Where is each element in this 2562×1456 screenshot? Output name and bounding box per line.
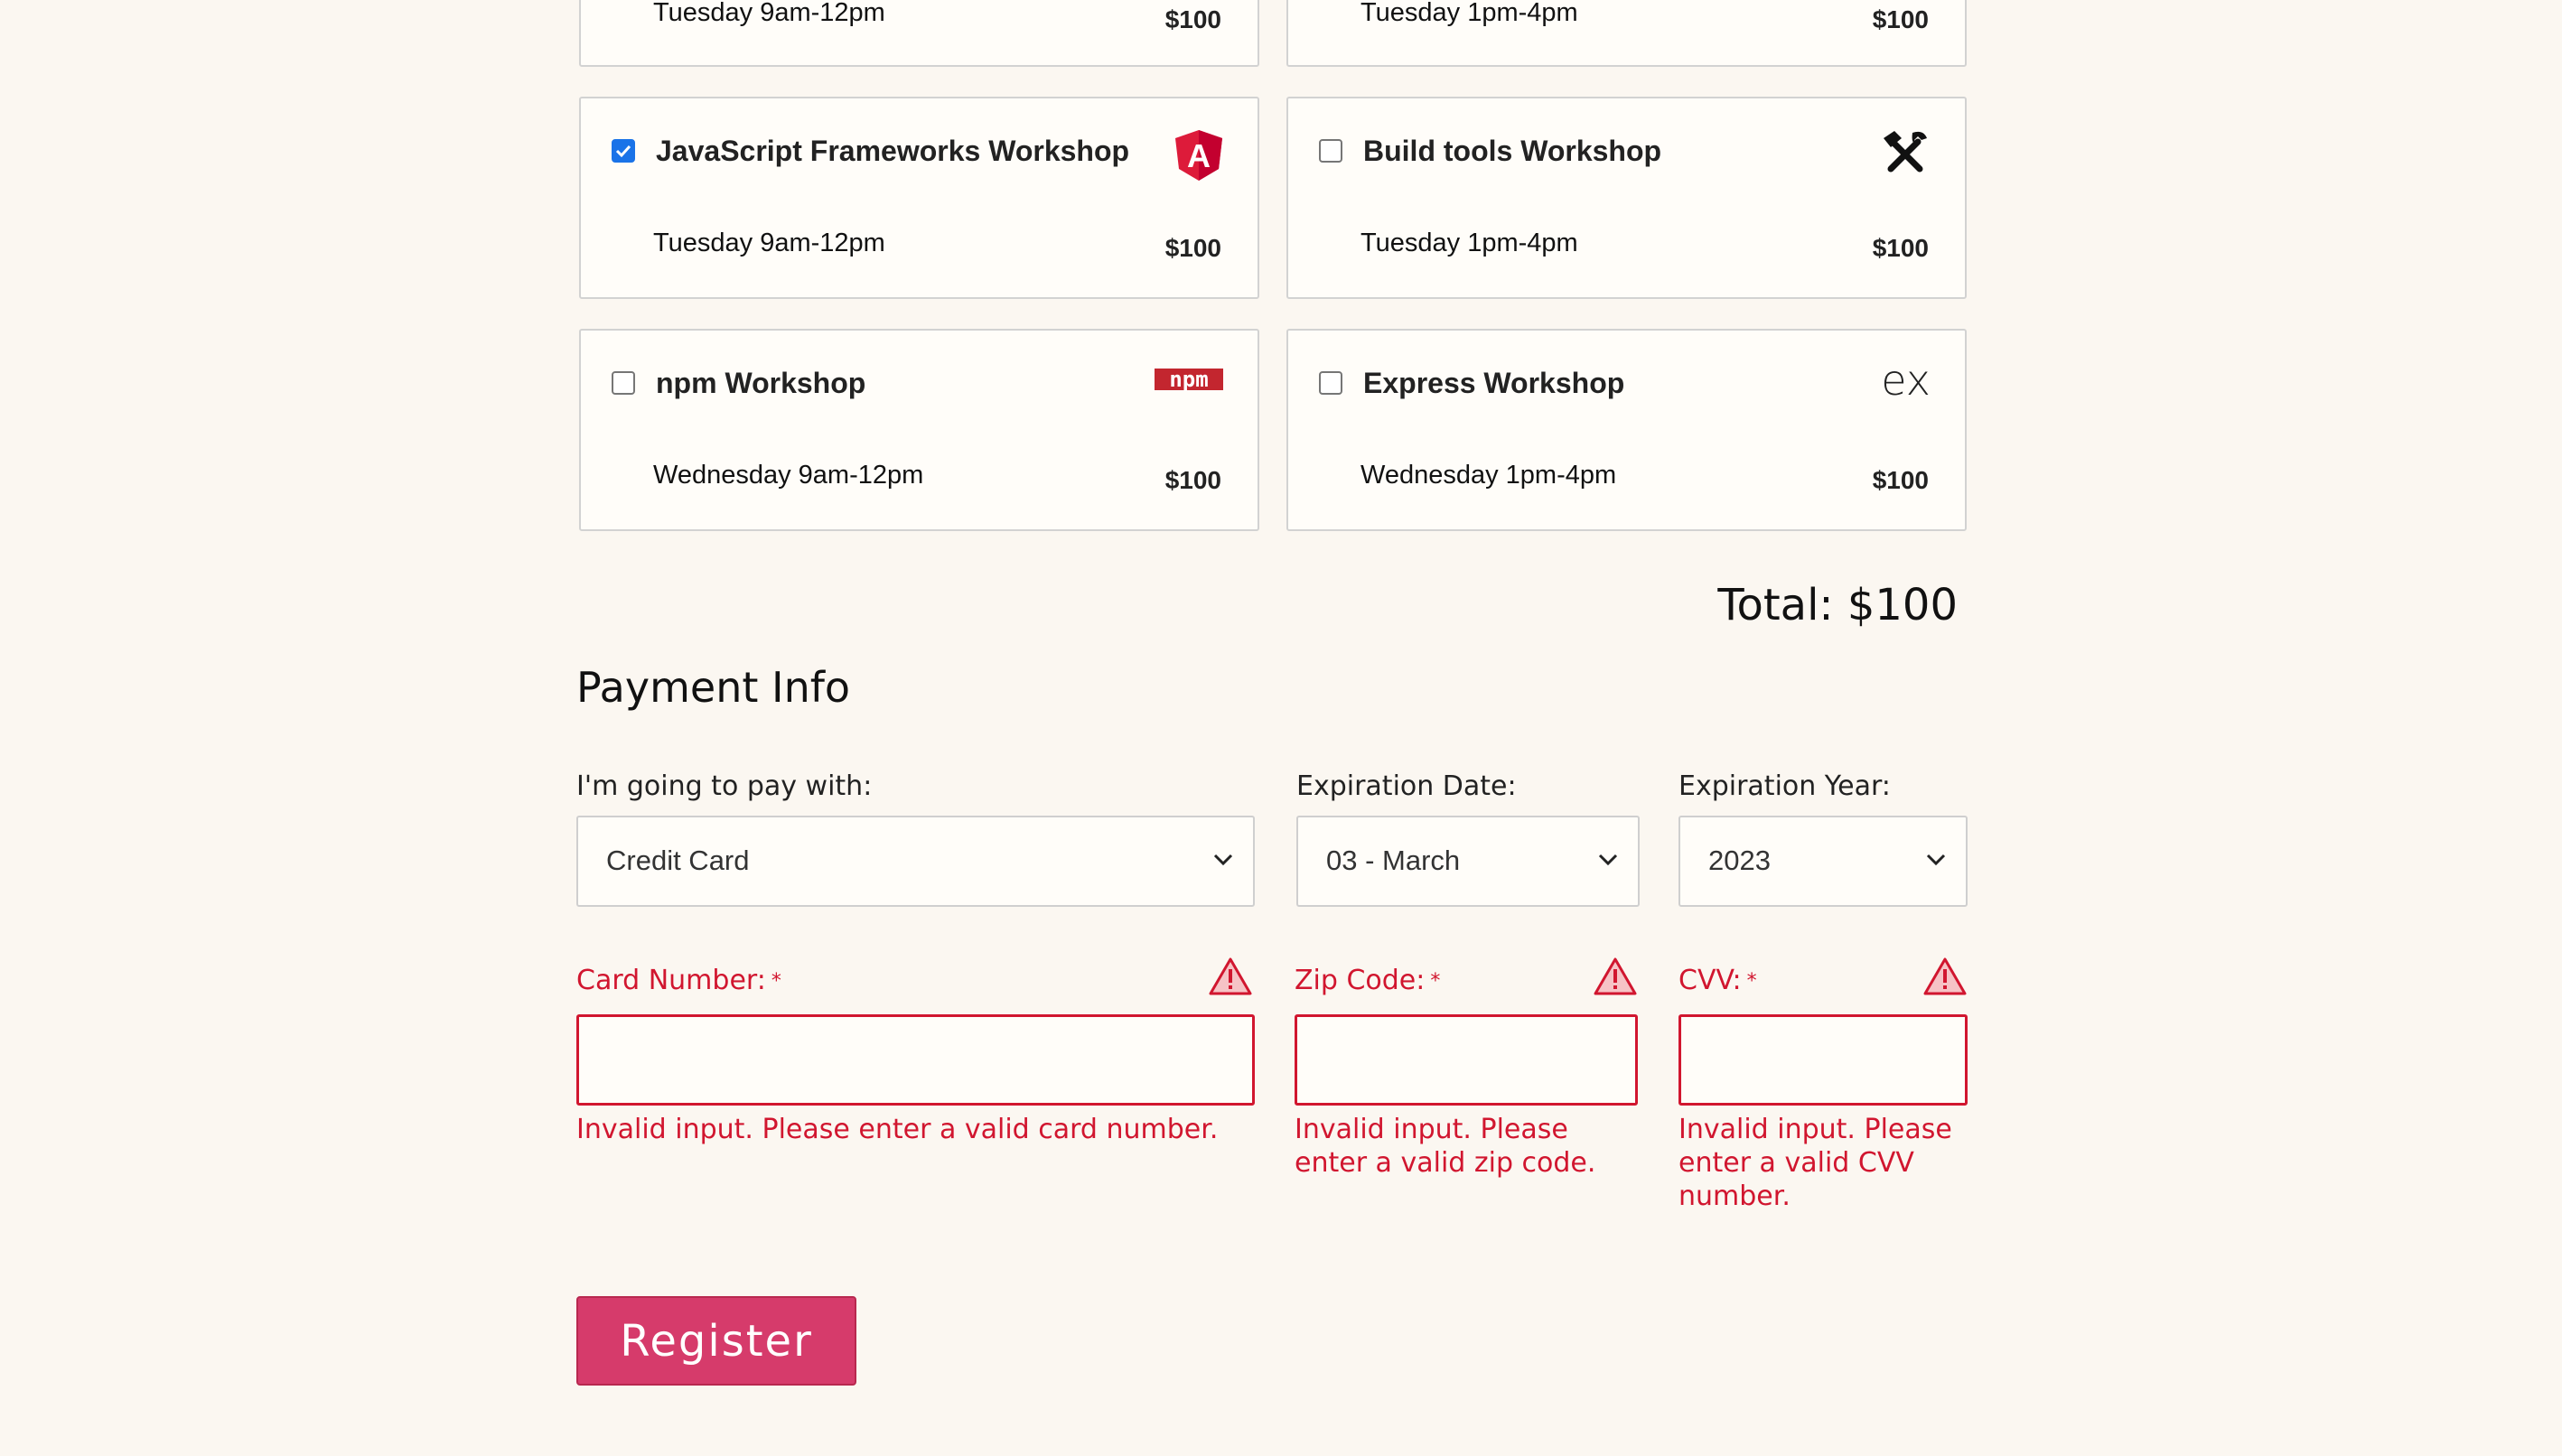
expiration-date-select[interactable]: 03 - March (1296, 816, 1640, 907)
workshop-price: $100 (1872, 234, 1929, 262)
workshop-price: $100 (1872, 5, 1929, 33)
card-number-label: Card Number: * (576, 965, 781, 996)
required-mark: * (1430, 970, 1441, 993)
zip-code-input[interactable] (1295, 1014, 1638, 1106)
workshop-title: JavaScript Frameworks Workshop (656, 135, 1130, 167)
required-mark: * (771, 970, 781, 993)
workshop-time: Tuesday 9am-12pm (653, 0, 885, 27)
workshop-title: Build tools Workshop (1363, 135, 1662, 167)
workshop-card[interactable]: Tuesday 1pm-4pm $100 (1286, 0, 1967, 67)
card-number-label-text: Card Number: (576, 965, 766, 996)
express-icon-text: ex (1881, 356, 1931, 405)
workshop-card-js-frameworks[interactable]: JavaScript Frameworks Workshop A Tuesday… (579, 97, 1259, 299)
workshop-card-build-tools[interactable]: Build tools Workshop Tuesday 1pm-4pm $10… (1286, 97, 1967, 299)
workshop-card[interactable]: Tuesday 9am-12pm $100 (579, 0, 1259, 67)
expiration-year-select[interactable]: 2023 (1678, 816, 1968, 907)
express-icon: ex (1881, 356, 1931, 405)
required-mark: * (1746, 970, 1757, 993)
zip-code-error: Invalid input. Please enter a valid zip … (1295, 1114, 1596, 1179)
cvv-error: Invalid input. Please enter a valid CVV … (1678, 1114, 1952, 1212)
expiration-date-value: 03 - March (1326, 845, 1461, 876)
workshop-time: Tuesday 1pm-4pm (1360, 0, 1578, 27)
workshop-price: $100 (1164, 5, 1221, 33)
zip-code-label-text: Zip Code: (1295, 965, 1426, 996)
cvv-input[interactable] (1678, 1014, 1968, 1106)
workshop-checkbox[interactable] (612, 371, 635, 395)
warning-icon (1923, 957, 1967, 1001)
hammer-wrench-icon (1882, 129, 1929, 179)
svg-text:npm: npm (1169, 369, 1208, 392)
chevron-down-icon (1213, 854, 1233, 871)
workshop-checkbox[interactable] (612, 139, 635, 163)
workshop-price: $100 (1164, 234, 1221, 262)
register-button[interactable]: Register (576, 1296, 856, 1386)
workshop-title: Express Workshop (1363, 367, 1625, 399)
workshop-checkbox[interactable] (1319, 371, 1342, 395)
workshop-card-express[interactable]: Express Workshop ex Wednesday 1pm-4pm $1… (1286, 329, 1967, 531)
workshop-time: Wednesday 1pm-4pm (1360, 461, 1617, 490)
payment-method-select[interactable]: Credit Card (576, 816, 1255, 907)
svg-text:A: A (1187, 137, 1211, 174)
pay-with-label: I'm going to pay with: (576, 770, 873, 802)
workshop-title: npm Workshop (656, 367, 866, 399)
workshop-time: Wednesday 9am-12pm (653, 461, 924, 490)
chevron-down-icon (1926, 854, 1946, 871)
workshop-time: Tuesday 1pm-4pm (1360, 229, 1578, 257)
payment-info-heading: Payment Info (576, 663, 851, 712)
cvv-label: CVV: * (1678, 965, 1757, 996)
payment-method-value: Credit Card (606, 845, 750, 876)
warning-icon (1594, 957, 1637, 1001)
expiration-date-label: Expiration Date: (1296, 770, 1517, 802)
workshop-price: $100 (1872, 466, 1929, 494)
workshop-card-npm[interactable]: npm Workshop npm Wednesday 9am-12pm $100 (579, 329, 1259, 531)
expiration-year-value: 2023 (1708, 845, 1771, 876)
warning-icon (1209, 957, 1252, 1001)
workshop-price: $100 (1164, 466, 1221, 494)
card-number-input[interactable] (576, 1014, 1255, 1106)
angular-icon: A (1174, 129, 1223, 186)
order-total: Total: $100 (1717, 580, 1958, 630)
card-number-error: Invalid input. Please enter a valid card… (576, 1114, 1219, 1145)
workshop-checkbox[interactable] (1319, 139, 1342, 163)
chevron-down-icon (1598, 854, 1618, 871)
expiration-year-label: Expiration Year: (1678, 770, 1891, 802)
workshop-time: Tuesday 9am-12pm (653, 229, 885, 257)
npm-icon: npm (1155, 367, 1223, 400)
cvv-label-text: CVV: (1678, 965, 1742, 996)
zip-code-label: Zip Code: * (1295, 965, 1440, 996)
